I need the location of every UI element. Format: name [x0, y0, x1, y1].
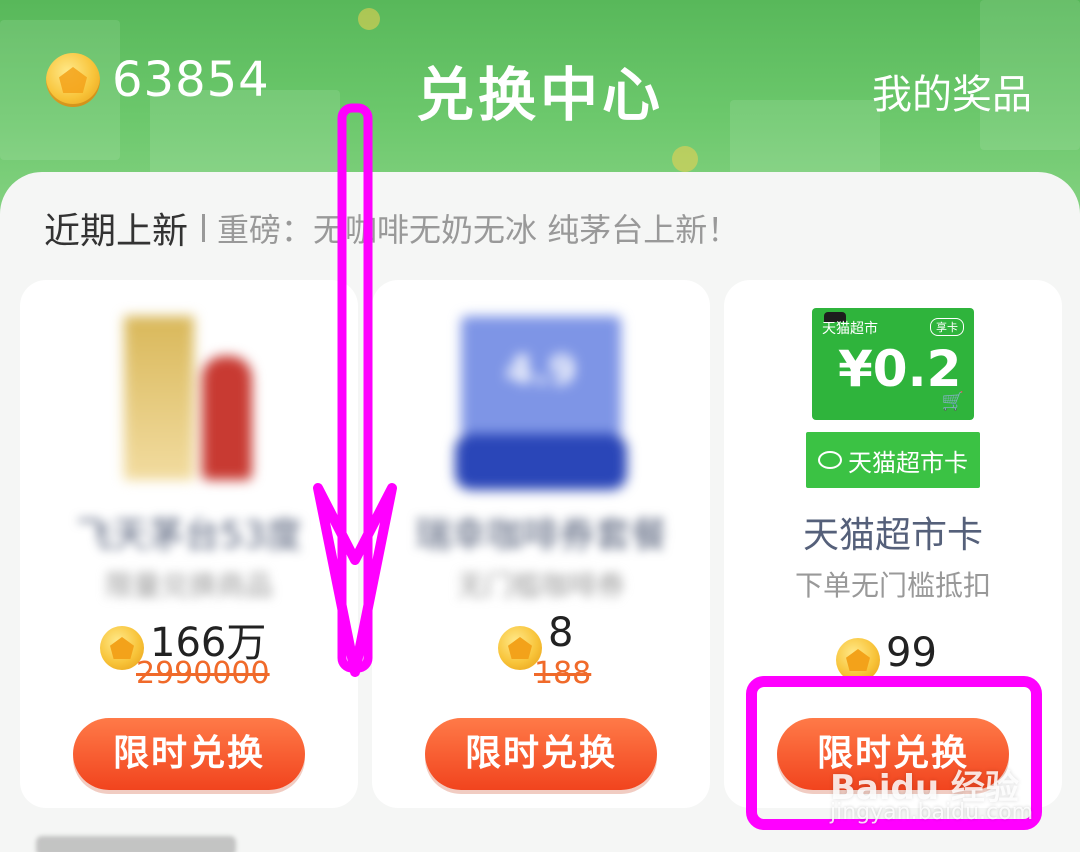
- watermark-url: jingyan.baidu.com: [830, 800, 1034, 825]
- next-section-hint: [36, 836, 236, 852]
